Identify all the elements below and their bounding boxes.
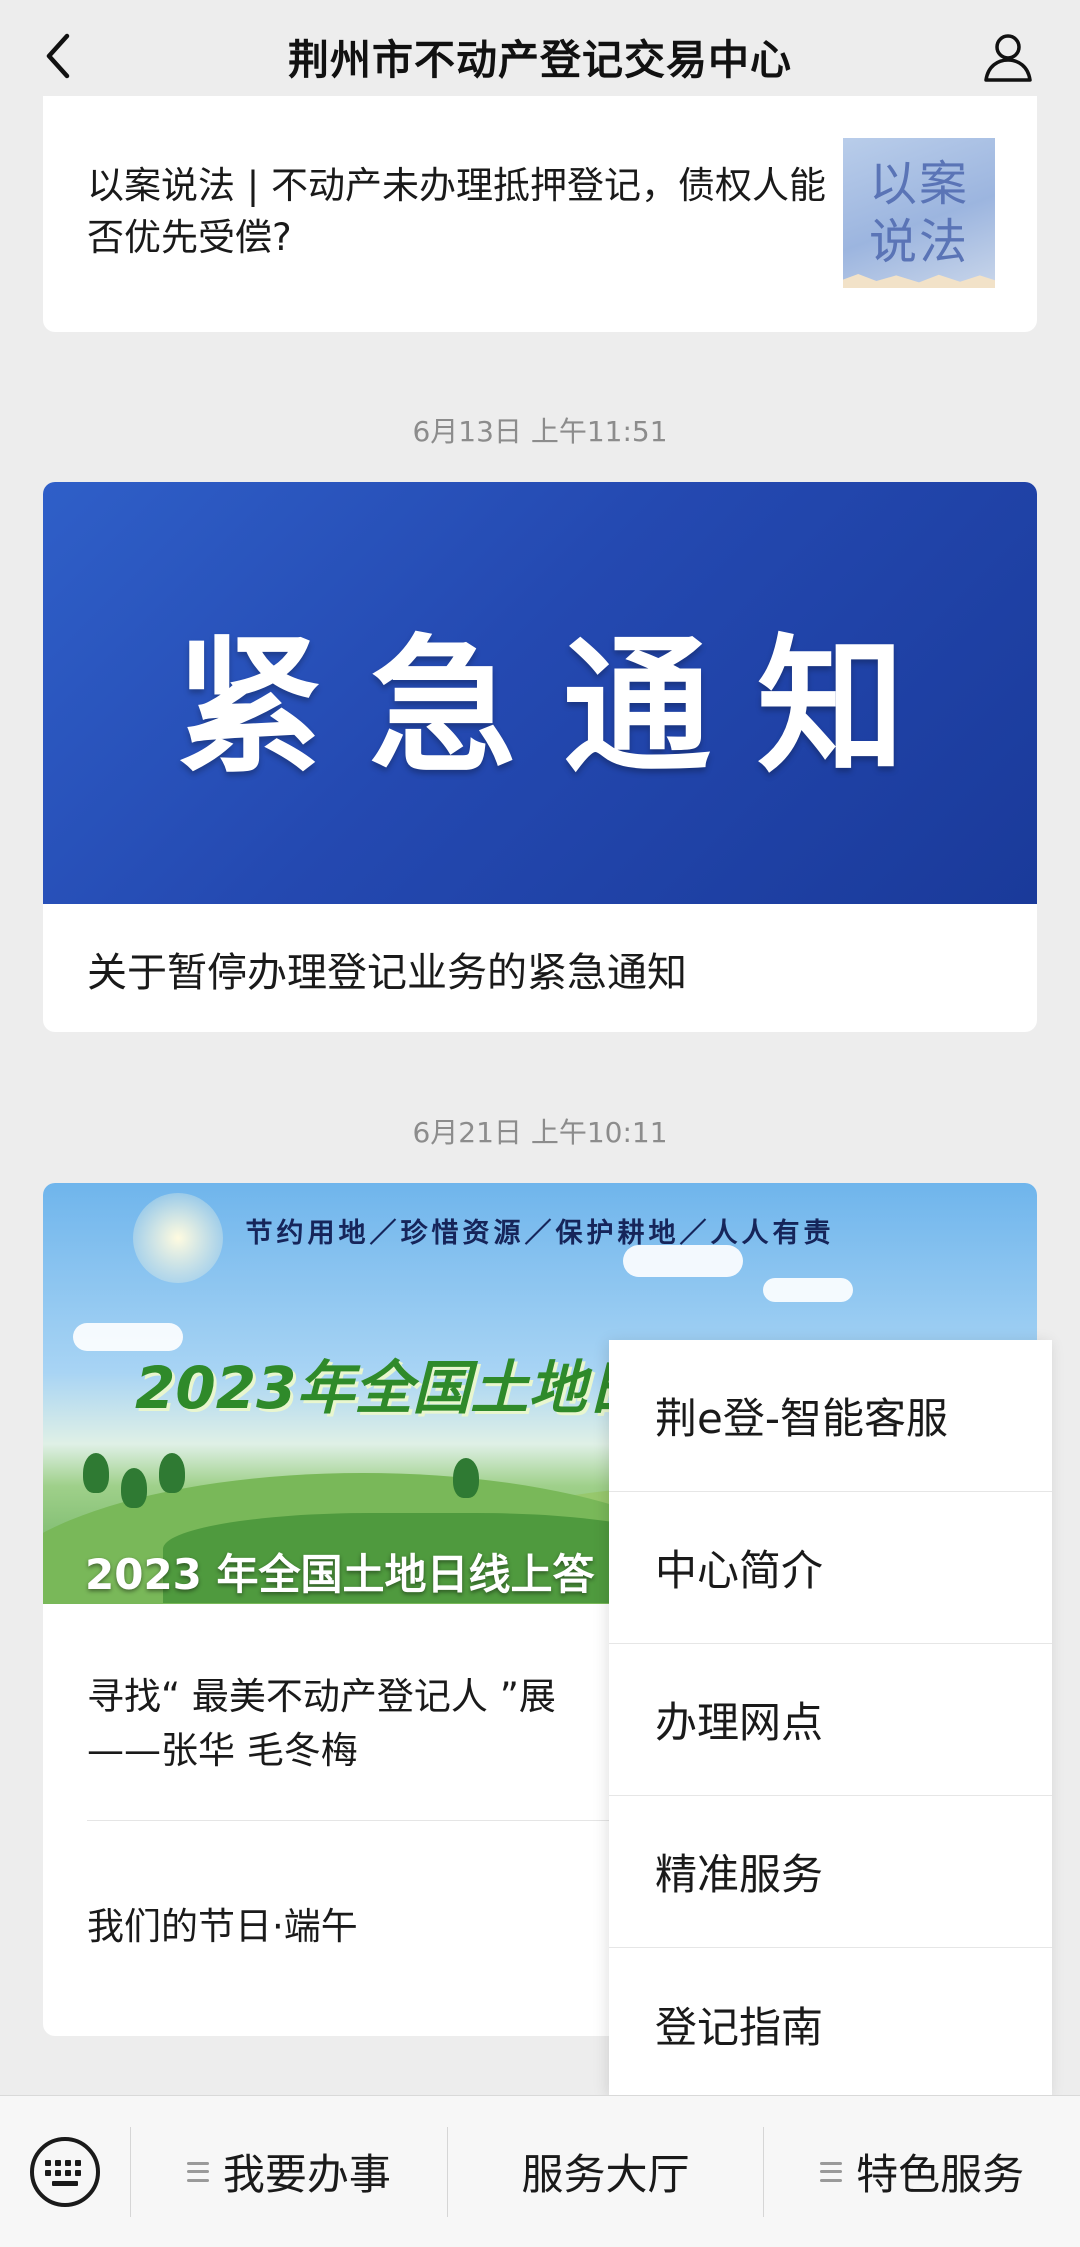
keyboard-icon — [30, 2136, 100, 2207]
chevron-left-icon — [46, 33, 70, 79]
menu-button-label: 我要办事 — [222, 2150, 391, 2199]
menu-button-service-hall[interactable]: 服务大厅 — [448, 2096, 764, 2247]
banner-overlay-title: 2023 年全国土地日线上答 — [85, 1550, 595, 1599]
chat-page: 荆州市不动产登记交易中心 以案说法 | 不动产未办理抵押登记，债权人能否优先受偿… — [0, 0, 1080, 2247]
menu-lines-icon — [820, 2161, 843, 2182]
article-thumbnail: 以案 说法 — [843, 138, 995, 288]
page-title: 荆州市不动产登记交易中心 — [288, 36, 792, 84]
article-title: 以案说法 | 不动产未办理抵押登记，债权人能否优先受偿? — [87, 164, 826, 259]
menu-button-my-business[interactable]: 我要办事 — [131, 2096, 447, 2247]
sub-menu-popup: 荆e登-智能客服 中心简介 办理网点 精准服务 登记指南 — [609, 1340, 1052, 2095]
profile-button[interactable] — [976, 24, 1040, 88]
notice-banner: 紧急通知 — [43, 482, 1037, 904]
menu-item-registration-guide[interactable]: 登记指南 — [609, 1948, 1052, 2100]
tree-graphic — [453, 1458, 479, 1498]
tree-graphic — [121, 1468, 147, 1508]
notice-card[interactable]: 紧急通知 关于暂停办理登记业务的紧急通知 — [43, 482, 1037, 1032]
menu-item-center-intro[interactable]: 中心简介 — [609, 1492, 1052, 1644]
list-item[interactable]: 我们的节日·端午 — [87, 1896, 358, 1950]
person-icon — [984, 34, 1032, 82]
menu-button-label: 特色服务 — [856, 2150, 1025, 2199]
thumbnail-torn-edge — [843, 274, 995, 288]
keyboard-toggle-button[interactable] — [0, 2096, 130, 2247]
notice-banner-text: 紧急通知 — [175, 620, 951, 793]
menu-item-smart-service[interactable]: 荆e登-智能客服 — [609, 1340, 1052, 1492]
tree-graphic — [83, 1453, 109, 1493]
menu-item-precise-service[interactable]: 精准服务 — [609, 1796, 1052, 1948]
menu-lines-icon — [186, 2161, 209, 2182]
article-card[interactable]: 以案说法 | 不动产未办理抵押登记，债权人能否优先受偿? 以案 说法 — [43, 96, 1037, 332]
menu-button-featured-services[interactable]: 特色服务 — [764, 2096, 1080, 2247]
notice-caption: 关于暂停办理登记业务的紧急通知 — [87, 950, 687, 996]
back-button[interactable] — [30, 28, 86, 84]
tree-graphic — [159, 1453, 185, 1493]
message-timestamp: 6月21日 上午10:11 — [412, 1116, 668, 1149]
bottom-menu-bar: 我要办事 服务大厅 特色服务 — [0, 2095, 1080, 2247]
menu-item-service-locations[interactable]: 办理网点 — [609, 1644, 1052, 1796]
cloud-graphic — [763, 1278, 853, 1302]
thumbnail-text: 以案 说法 — [868, 156, 969, 270]
banner-slogan: 节约用地／珍惜资源／保护耕地／人人有责 — [245, 1218, 835, 1249]
banner-headline: 2023年全国土地日 — [135, 1354, 645, 1422]
message-timestamp: 6月13日 上午11:51 — [412, 415, 668, 448]
menu-button-label: 服务大厅 — [521, 2150, 690, 2199]
